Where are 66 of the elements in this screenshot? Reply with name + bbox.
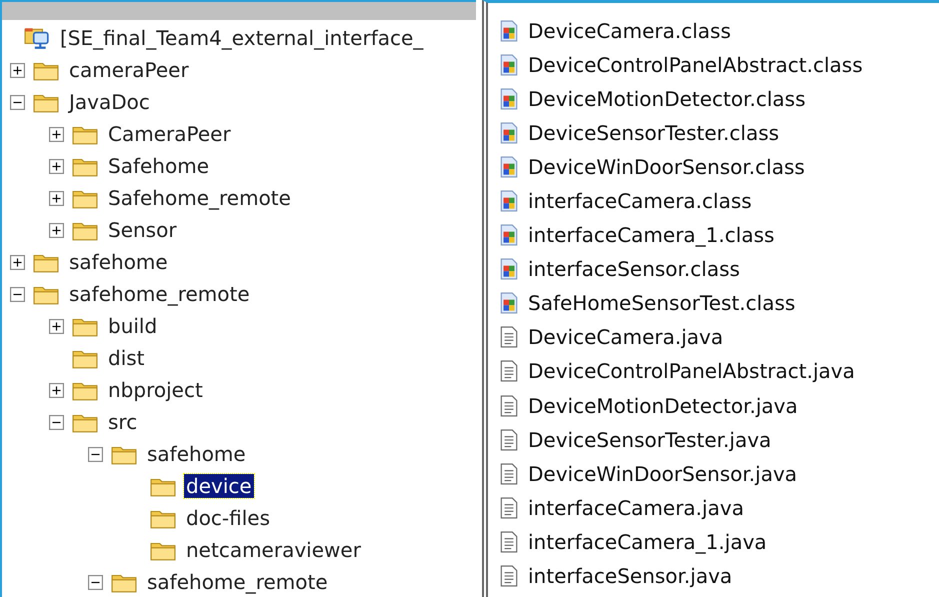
class-file-icon <box>500 88 518 110</box>
file-name[interactable]: DeviceControlPanelAbstract.class <box>528 53 863 78</box>
class-file-icon <box>500 156 518 178</box>
expand-icon[interactable] <box>49 382 64 398</box>
expand-icon[interactable] <box>49 318 64 334</box>
text-file-icon <box>500 530 518 553</box>
computer-folder-icon <box>24 26 50 50</box>
file-name[interactable]: DeviceSensorTester.class <box>528 121 780 146</box>
collapse-icon[interactable] <box>88 446 103 462</box>
class-file-icon <box>500 20 518 42</box>
tree-item[interactable]: safehome_remote <box>145 570 330 594</box>
file-name[interactable]: DeviceCamera.java <box>528 325 724 350</box>
class-file-icon <box>500 190 518 212</box>
tree-item[interactable]: src <box>106 410 140 434</box>
file-name[interactable]: interfaceCamera.class <box>528 189 752 214</box>
tree-item[interactable]: doc-files <box>184 506 272 530</box>
tree-item[interactable]: nbproject <box>106 378 205 402</box>
file-name[interactable]: DeviceCamera.class <box>528 19 731 44</box>
file-name[interactable]: DeviceMotionDetector.java <box>528 394 798 418</box>
text-file-icon <box>500 326 518 348</box>
expand-icon[interactable] <box>10 62 25 78</box>
tree-item[interactable]: safehome <box>145 442 248 466</box>
text-file-icon <box>500 360 518 382</box>
expand-icon[interactable] <box>49 222 64 238</box>
text-file-icon <box>500 496 518 519</box>
file-name[interactable]: interfaceCamera_1.class <box>528 223 774 248</box>
file-name[interactable]: DeviceWinDoorSensor.java <box>528 462 798 486</box>
expand-icon[interactable] <box>49 190 64 206</box>
tree-item[interactable]: safehome_remote <box>67 282 252 306</box>
class-file-icon <box>500 292 518 314</box>
collapse-icon[interactable] <box>10 94 25 110</box>
file-name[interactable]: DeviceMotionDetector.class <box>528 87 806 112</box>
tree-item[interactable]: Safehome_remote <box>106 186 293 210</box>
text-file-icon <box>500 462 518 485</box>
expand-icon[interactable] <box>49 158 64 174</box>
file-name[interactable]: DeviceWinDoorSensor.class <box>528 155 805 180</box>
class-file-icon <box>500 54 518 76</box>
tree-item[interactable]: CameraPeer <box>106 122 233 146</box>
class-file-icon <box>500 122 518 144</box>
class-file-icon <box>500 258 518 280</box>
text-file-icon <box>500 564 518 587</box>
tree-item[interactable]: [SE_final_Team4_external_interface_ <box>58 26 426 50</box>
file-name[interactable]: interfaceCamera.java <box>528 496 744 520</box>
expand-icon[interactable] <box>49 126 64 142</box>
tree-item[interactable]: JavaDoc <box>67 90 152 114</box>
tree-item[interactable]: device <box>184 474 254 498</box>
tree-item[interactable]: build <box>106 314 160 338</box>
tree-item[interactable]: cameraPeer <box>67 58 191 82</box>
text-file-icon <box>500 428 518 451</box>
class-file-icon <box>500 224 518 246</box>
text-file-icon <box>500 394 518 417</box>
tree-item[interactable]: safehome <box>67 250 170 274</box>
file-name[interactable]: interfaceCamera_1.java <box>528 530 767 554</box>
collapse-icon[interactable] <box>10 286 25 302</box>
file-name[interactable]: interfaceSensor.java <box>528 564 732 588</box>
file-name[interactable]: DeviceControlPanelAbstract.java <box>528 359 855 384</box>
tree-item[interactable]: Sensor <box>106 218 179 242</box>
file-name[interactable]: SafeHomeSensorTest.class <box>528 291 796 316</box>
collapse-icon[interactable] <box>88 574 103 590</box>
file-name[interactable]: DeviceSensorTester.java <box>528 428 772 452</box>
file-name[interactable]: interfaceSensor.class <box>528 257 740 282</box>
tree-item[interactable]: netcameraviewer <box>184 538 363 562</box>
collapse-icon[interactable] <box>49 414 64 430</box>
expand-icon[interactable] <box>10 254 25 270</box>
tree-item[interactable]: Safehome <box>106 154 211 178</box>
tree-item[interactable]: dist <box>106 346 147 370</box>
